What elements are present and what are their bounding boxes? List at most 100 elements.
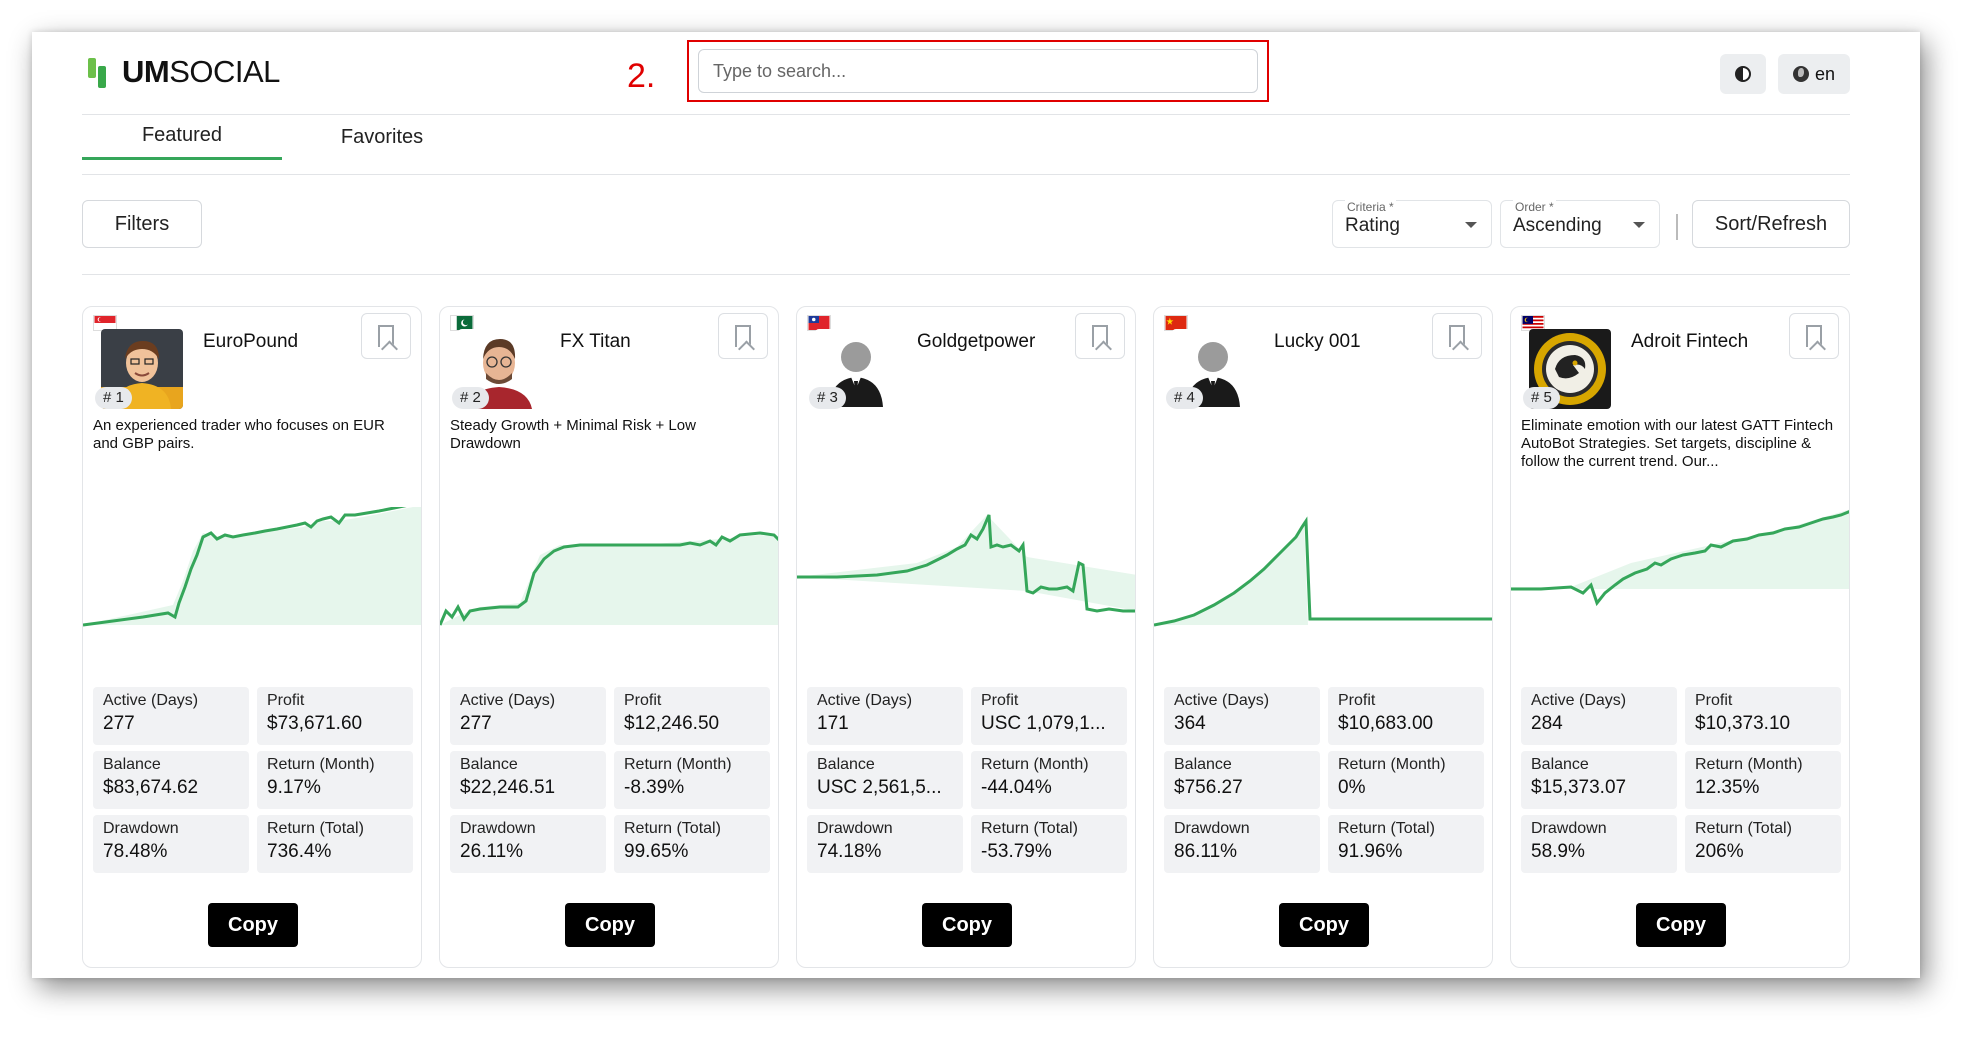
stat-return-total: Return (Total) 99.65% [614, 815, 770, 873]
stat-profit: Profit $73,671.60 [257, 687, 413, 745]
stat-balance: Balance USC 2,561,5... [807, 751, 963, 809]
stat-return-month: Return (Month) -44.04% [971, 751, 1127, 809]
trader-description: Steady Growth + Minimal Risk + Low Drawd… [450, 417, 696, 452]
rank-badge: # 1 [95, 387, 132, 409]
trader-name[interactable]: Goldgetpower [917, 331, 1035, 353]
trader-card[interactable]: # 3 Goldgetpower Active (Days) 171 Profit… [796, 306, 1136, 968]
trader-card[interactable]: # 5 Adroit Fintech Eliminate emotion wit… [1510, 306, 1850, 968]
stats-grid: Active (Days) 277 Profit $12,246.50 Balanc… [450, 687, 770, 873]
annotation-step-2: 2. [627, 57, 656, 95]
logo-rest-text: SOCIAL [169, 54, 280, 89]
trader-description: Eliminate emotion with our latest GATT F… [1521, 417, 1834, 470]
copy-button[interactable]: Copy [208, 903, 298, 947]
stats-grid: Active (Days) 171 Profit USC 1,079,1... Ba… [807, 687, 1127, 873]
bookmark-button[interactable] [361, 313, 411, 359]
trader-name[interactable]: FX Titan [560, 331, 631, 353]
equity-chart [1154, 516, 1492, 627]
trader-name[interactable]: EuroPound [203, 331, 298, 353]
stats-grid: Active (Days) 364 Profit $10,683.00 Balanc… [1164, 687, 1484, 873]
tabs-divider [82, 174, 1850, 175]
bookmark-icon [1449, 325, 1465, 347]
criteria-value: Rating [1345, 215, 1400, 236]
copy-button[interactable]: Copy [1636, 903, 1726, 947]
logo-mark-icon [88, 54, 114, 90]
contrast-icon [1735, 66, 1751, 82]
bookmark-button[interactable] [1432, 313, 1482, 359]
stat-return-total: Return (Total) 91.96% [1328, 815, 1484, 873]
trader-card[interactable]: # 1 EuroPound An experienced trader who … [82, 306, 422, 968]
copy-button[interactable]: Copy [1279, 903, 1369, 947]
bookmark-icon [1806, 325, 1822, 347]
chevron-down-icon [1465, 222, 1477, 228]
language-label: en [1814, 63, 1836, 84]
equity-chart [83, 507, 421, 627]
equity-chart [440, 531, 778, 626]
stats-grid: Active (Days) 277 Profit $73,671.60 Balanc… [93, 687, 413, 873]
stat-balance: Balance $15,373.07 [1521, 751, 1677, 809]
tab-featured[interactable]: Featured [82, 114, 282, 160]
bookmark-button[interactable] [1075, 313, 1125, 359]
stats-grid: Active (Days) 284 Profit $10,373.10 Balanc… [1521, 687, 1841, 873]
stat-return-month: Return (Month) 0% [1328, 751, 1484, 809]
rank-badge: # 4 [1166, 387, 1203, 409]
language-button[interactable]: en [1778, 54, 1850, 94]
theme-toggle-button[interactable] [1720, 54, 1766, 94]
filters-button[interactable]: Filters [82, 200, 202, 248]
stat-return-month: Return (Month) 9.17% [257, 751, 413, 809]
criteria-select[interactable]: Criteria * Rating [1332, 200, 1492, 248]
equity-chart [797, 514, 1135, 613]
chevron-down-icon [1633, 222, 1645, 228]
trader-card[interactable]: # 4 Lucky 001 Active (Days) 364 Profit $10… [1153, 306, 1493, 968]
stat-return-month: Return (Month) -8.39% [614, 751, 770, 809]
app-window: UMSOCIAL 2. en Featured Favorites Filter… [32, 32, 1920, 978]
rank-badge: # 5 [1523, 387, 1560, 409]
stat-return-month: Return (Month) 12.35% [1685, 751, 1841, 809]
stat-active-days: Active (Days) 284 [1521, 687, 1677, 745]
umsocial-logo[interactable]: UMSOCIAL [88, 52, 280, 92]
stat-drawdown: Drawdown 74.18% [807, 815, 963, 873]
rank-badge: # 3 [809, 387, 846, 409]
bookmark-button[interactable] [1789, 313, 1839, 359]
equity-chart [1511, 509, 1849, 607]
stat-profit: Profit USC 1,079,1... [971, 687, 1127, 745]
stat-active-days: Active (Days) 364 [1164, 687, 1320, 745]
bookmark-icon [378, 325, 394, 347]
logo-bold-text: UM [122, 54, 170, 89]
sort-refresh-button[interactable]: Sort/Refresh [1692, 200, 1850, 248]
rank-badge: # 2 [452, 387, 489, 409]
stat-drawdown: Drawdown 78.48% [93, 815, 249, 873]
stat-return-total: Return (Total) 736.4% [257, 815, 413, 873]
stat-profit: Profit $10,683.00 [1328, 687, 1484, 745]
bookmark-icon [735, 325, 751, 347]
bookmark-icon [1092, 325, 1108, 347]
order-label: Order * [1513, 200, 1556, 214]
stat-return-total: Return (Total) 206% [1685, 815, 1841, 873]
trader-card[interactable]: # 2 FX Titan Steady Growth + Minimal Ris… [439, 306, 779, 968]
toolbar-divider [82, 274, 1850, 275]
trader-name[interactable]: Adroit Fintech [1631, 331, 1748, 353]
app-content: UMSOCIAL 2. en Featured Favorites Filter… [82, 32, 1850, 978]
search-input[interactable] [698, 49, 1258, 93]
stat-balance: Balance $83,674.62 [93, 751, 249, 809]
stat-return-total: Return (Total) -53.79% [971, 815, 1127, 873]
stat-drawdown: Drawdown 26.11% [450, 815, 606, 873]
copy-button[interactable]: Copy [922, 903, 1012, 947]
stat-profit: Profit $12,246.50 [614, 687, 770, 745]
stat-balance: Balance $22,246.51 [450, 751, 606, 809]
bookmark-button[interactable] [718, 313, 768, 359]
toolbar-separator [1676, 214, 1678, 240]
trader-name[interactable]: Lucky 001 [1274, 331, 1361, 353]
globe-icon [1792, 66, 1809, 82]
stat-balance: Balance $756.27 [1164, 751, 1320, 809]
tab-favorites[interactable]: Favorites [282, 114, 482, 160]
stat-drawdown: Drawdown 58.9% [1521, 815, 1677, 873]
stat-active-days: Active (Days) 277 [450, 687, 606, 745]
order-value: Ascending [1513, 215, 1602, 236]
stat-profit: Profit $10,373.10 [1685, 687, 1841, 745]
stat-active-days: Active (Days) 171 [807, 687, 963, 745]
trader-description: An experienced trader who focuses on EUR… [93, 417, 385, 452]
criteria-label: Criteria * [1345, 200, 1396, 214]
copy-button[interactable]: Copy [565, 903, 655, 947]
stat-active-days: Active (Days) 277 [93, 687, 249, 745]
order-select[interactable]: Order * Ascending [1500, 200, 1660, 248]
